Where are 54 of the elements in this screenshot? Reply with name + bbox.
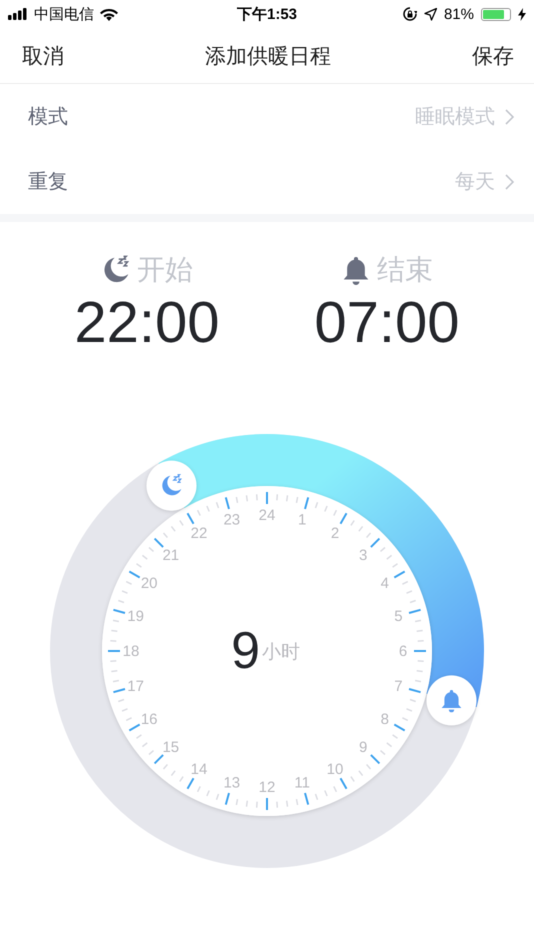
dial-number: 19 bbox=[127, 608, 144, 625]
bell-icon bbox=[341, 255, 371, 285]
setting-row[interactable]: 重复 每天 bbox=[0, 149, 534, 214]
time-value: 22:00 bbox=[74, 292, 220, 354]
duration-value: 9 bbox=[231, 622, 260, 680]
chevron-icon bbox=[505, 174, 514, 190]
cancel-button[interactable]: 取消 bbox=[22, 38, 64, 74]
dial-number: 16 bbox=[140, 711, 158, 728]
dial-number: 4 bbox=[380, 575, 389, 592]
duration-unit: 小时 bbox=[262, 642, 300, 663]
save-button[interactable]: 保存 bbox=[472, 38, 514, 74]
dial-number: 6 bbox=[398, 643, 408, 660]
chevron-icon bbox=[505, 108, 514, 124]
dial-number: 11 bbox=[294, 774, 310, 792]
dial-number: 10 bbox=[326, 760, 344, 778]
dial-number: 22 bbox=[190, 525, 208, 542]
dial-number: 1 bbox=[298, 512, 306, 529]
wifi-icon bbox=[100, 8, 118, 20]
moon-icon bbox=[162, 474, 182, 496]
dial-number: 13 bbox=[223, 774, 240, 792]
dial-number: 8 bbox=[380, 711, 389, 728]
setting-row[interactable]: 模式 睡眠模式 bbox=[0, 84, 534, 149]
dial-number: 21 bbox=[162, 546, 180, 564]
dial-number: 23 bbox=[223, 512, 240, 529]
dial-number: 20 bbox=[140, 575, 158, 592]
start-handle[interactable] bbox=[146, 460, 196, 511]
clock-time: 下午1:53 bbox=[236, 6, 298, 22]
time-label: 结束 bbox=[377, 253, 433, 287]
battery-icon bbox=[481, 8, 511, 20]
dial-number: 3 bbox=[359, 546, 368, 564]
page-title: 添加供暖日程 bbox=[205, 44, 331, 70]
dial-number: 24 bbox=[258, 507, 276, 524]
setting-label: 重复 bbox=[28, 170, 68, 195]
end-handle[interactable] bbox=[426, 675, 476, 726]
time-value: 07:00 bbox=[314, 292, 460, 354]
time-label: 开始 bbox=[137, 253, 193, 287]
dial-number: 17 bbox=[127, 678, 144, 696]
dial-number: 12 bbox=[258, 779, 276, 796]
dial-number: 5 bbox=[394, 608, 403, 625]
setting-value: 睡眠模式 bbox=[415, 105, 495, 130]
signal-icon bbox=[8, 8, 28, 20]
rotation-lock-icon bbox=[402, 7, 417, 21]
dial-number: 7 bbox=[394, 678, 403, 696]
bell-icon bbox=[442, 690, 462, 712]
setting-value: 每天 bbox=[455, 170, 495, 195]
dial-number: 2 bbox=[330, 525, 340, 542]
dial-number: 18 bbox=[122, 643, 140, 660]
dial-number: 14 bbox=[190, 760, 208, 778]
location-arrow-icon bbox=[424, 8, 437, 20]
setting-label: 模式 bbox=[28, 105, 68, 130]
carrier-name: 中国电信 bbox=[34, 4, 94, 24]
dial-number: 15 bbox=[162, 739, 180, 756]
battery-percent: 81% bbox=[444, 6, 474, 22]
dial-number: 9 bbox=[359, 739, 368, 756]
